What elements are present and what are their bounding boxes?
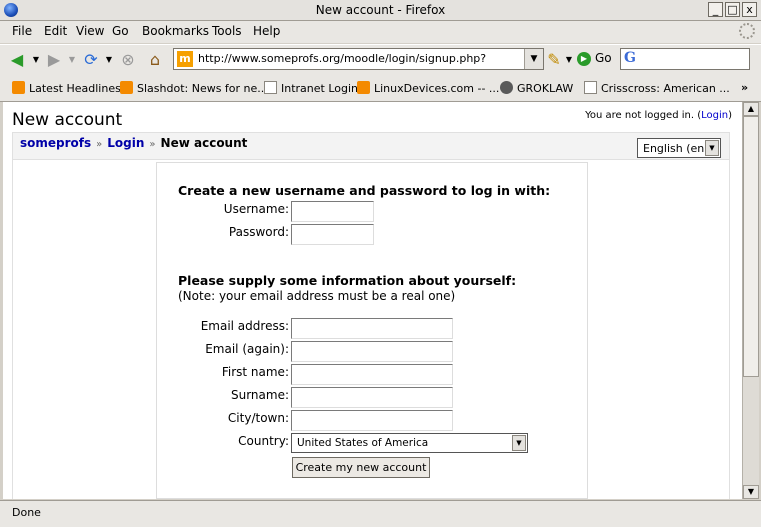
- bookmark-intranet-login[interactable]: Intranet Login: [264, 81, 358, 95]
- back-dropdown-icon[interactable]: ▼: [27, 51, 45, 69]
- language-value: English (en): [643, 142, 709, 155]
- breadcrumb-bar: someprofs » Login » New account English (en)…: [12, 132, 730, 160]
- login-status-text: You are not logged in.: [585, 110, 695, 121]
- url-bar[interactable]: m http://www.someprofs.org/moodle/login/…: [173, 48, 544, 70]
- bookmark-label: Slashdot: News for ne...: [137, 82, 268, 95]
- minimize-button[interactable]: _: [708, 2, 723, 17]
- bookmarks-overflow-chevron[interactable]: »: [741, 81, 748, 94]
- menu-go[interactable]: Go: [112, 24, 129, 38]
- create-account-button[interactable]: Create my new account: [292, 457, 430, 478]
- chevron-down-icon: ▼: [705, 140, 719, 156]
- scroll-up-icon[interactable]: ▲: [743, 102, 759, 116]
- groklaw-icon: [500, 81, 513, 94]
- menu-edit[interactable]: Edit: [44, 24, 67, 38]
- country-label: Country:: [238, 434, 289, 448]
- moodle-favicon-icon: m: [177, 51, 193, 67]
- bookmark-latest-headlines[interactable]: Latest Headlines: [12, 81, 121, 95]
- scroll-down-icon[interactable]: ▼: [743, 485, 759, 499]
- bookmark-linuxdevices[interactable]: LinuxDevices.com -- ...: [357, 81, 499, 95]
- url-text[interactable]: http://www.someprofs.org/moodle/login/si…: [198, 52, 486, 65]
- bookmark-crisscross[interactable]: Crisscross: American ...: [584, 81, 730, 95]
- page-icon: [264, 81, 277, 94]
- credentials-heading: Create a new username and password to lo…: [178, 183, 551, 198]
- email-again-field[interactable]: [291, 341, 453, 362]
- window-title: New account - Firefox: [315, 3, 446, 17]
- scrollbar-thumb[interactable]: [743, 116, 759, 377]
- language-select[interactable]: English (en) ▼: [637, 138, 721, 158]
- search-box[interactable]: G: [620, 48, 750, 70]
- rss-icon: [357, 81, 370, 94]
- email-field[interactable]: [291, 318, 453, 339]
- menu-view[interactable]: View: [76, 24, 104, 38]
- rss-icon: [12, 81, 25, 94]
- first-name-field[interactable]: [291, 364, 453, 385]
- bookmark-label: GROKLAW: [517, 82, 574, 95]
- menu-help[interactable]: Help: [253, 24, 280, 38]
- page-content: New account You are not logged in. (Logi…: [3, 102, 742, 499]
- email-label: Email address:: [200, 319, 289, 333]
- left-column-divider: [12, 160, 13, 499]
- breadcrumb: someprofs » Login » New account: [20, 136, 247, 150]
- go-button[interactable]: ▶ Go: [577, 51, 612, 66]
- bookmarks-toolbar: Latest Headlines Slashdot: News for ne..…: [0, 77, 761, 102]
- menu-file[interactable]: File: [12, 24, 32, 38]
- menu-tools[interactable]: Tools: [212, 24, 242, 38]
- bookmark-label: Crisscross: American ...: [601, 82, 730, 95]
- forward-icon[interactable]: ▶: [45, 51, 63, 69]
- page-icon: [584, 81, 597, 94]
- profile-heading: Please supply some information about you…: [178, 273, 517, 288]
- url-history-dropdown-icon[interactable]: ▼: [524, 49, 543, 69]
- bookmark-groklaw[interactable]: GROKLAW: [500, 81, 573, 95]
- bookmark-label: LinuxDevices.com -- ...: [374, 82, 500, 95]
- surname-label: Surname:: [230, 388, 289, 402]
- surname-field[interactable]: [291, 387, 453, 408]
- bookmark-dropdown-icon[interactable]: ▼: [560, 51, 578, 69]
- navigation-toolbar: ◀ ▼ ▶ ▼ ⟳ ▼ ⊗ ⌂ m http://www.someprofs.o…: [0, 44, 761, 78]
- country-value: United States of America: [297, 437, 429, 449]
- rss-icon: [120, 81, 133, 94]
- bookmark-label: Intranet Login: [281, 82, 359, 95]
- menu-bar: File Edit View Go Bookmarks Tools Help: [0, 21, 761, 43]
- breadcrumb-separator: »: [96, 139, 103, 150]
- breadcrumb-current: New account: [160, 136, 248, 150]
- forward-dropdown-icon[interactable]: ▼: [63, 51, 81, 69]
- password-label: Password:: [228, 225, 289, 239]
- bookmark-slashdot[interactable]: Slashdot: News for ne...: [120, 81, 268, 95]
- close-button[interactable]: x: [742, 2, 757, 17]
- back-icon[interactable]: ◀: [8, 51, 26, 69]
- window-titlebar: New account - Firefox _ □ x: [0, 0, 761, 21]
- reload-dropdown-icon[interactable]: ▼: [100, 51, 118, 69]
- status-text: Done: [12, 506, 41, 519]
- username-field[interactable]: [291, 201, 374, 222]
- username-label: Username:: [223, 202, 289, 216]
- chevron-down-icon: ▼: [512, 435, 526, 451]
- login-link[interactable]: Login: [701, 110, 728, 121]
- stop-icon[interactable]: ⊗: [119, 51, 137, 69]
- breadcrumb-separator: »: [149, 139, 156, 150]
- email-again-label: Email (again):: [205, 342, 289, 356]
- menu-bookmarks[interactable]: Bookmarks: [142, 24, 209, 38]
- go-label: Go: [595, 51, 612, 65]
- email-note: (Note: your email address must be a real…: [178, 289, 456, 303]
- status-bar: Done: [0, 500, 761, 527]
- bookmark-label: Latest Headlines: [29, 82, 121, 95]
- vertical-scrollbar[interactable]: ▲ ▼: [742, 102, 759, 499]
- login-status: You are not logged in. (Login): [585, 110, 732, 121]
- go-arrow-icon: ▶: [577, 51, 591, 66]
- reload-icon[interactable]: ⟳: [82, 51, 100, 69]
- country-select[interactable]: United States of America ▼: [291, 433, 528, 453]
- first-name-label: First name:: [221, 365, 289, 379]
- breadcrumb-login-link[interactable]: Login: [107, 136, 144, 150]
- maximize-button[interactable]: □: [725, 2, 740, 17]
- google-icon: G: [624, 50, 636, 66]
- password-field[interactable]: [291, 224, 374, 245]
- page-title: New account: [12, 110, 123, 130]
- home-icon[interactable]: ⌂: [146, 51, 164, 69]
- city-field[interactable]: [291, 410, 453, 431]
- right-column-divider: [729, 160, 730, 499]
- breadcrumb-site-link[interactable]: someprofs: [20, 136, 91, 150]
- throbber-icon: [739, 23, 755, 39]
- city-label: City/town:: [227, 411, 289, 425]
